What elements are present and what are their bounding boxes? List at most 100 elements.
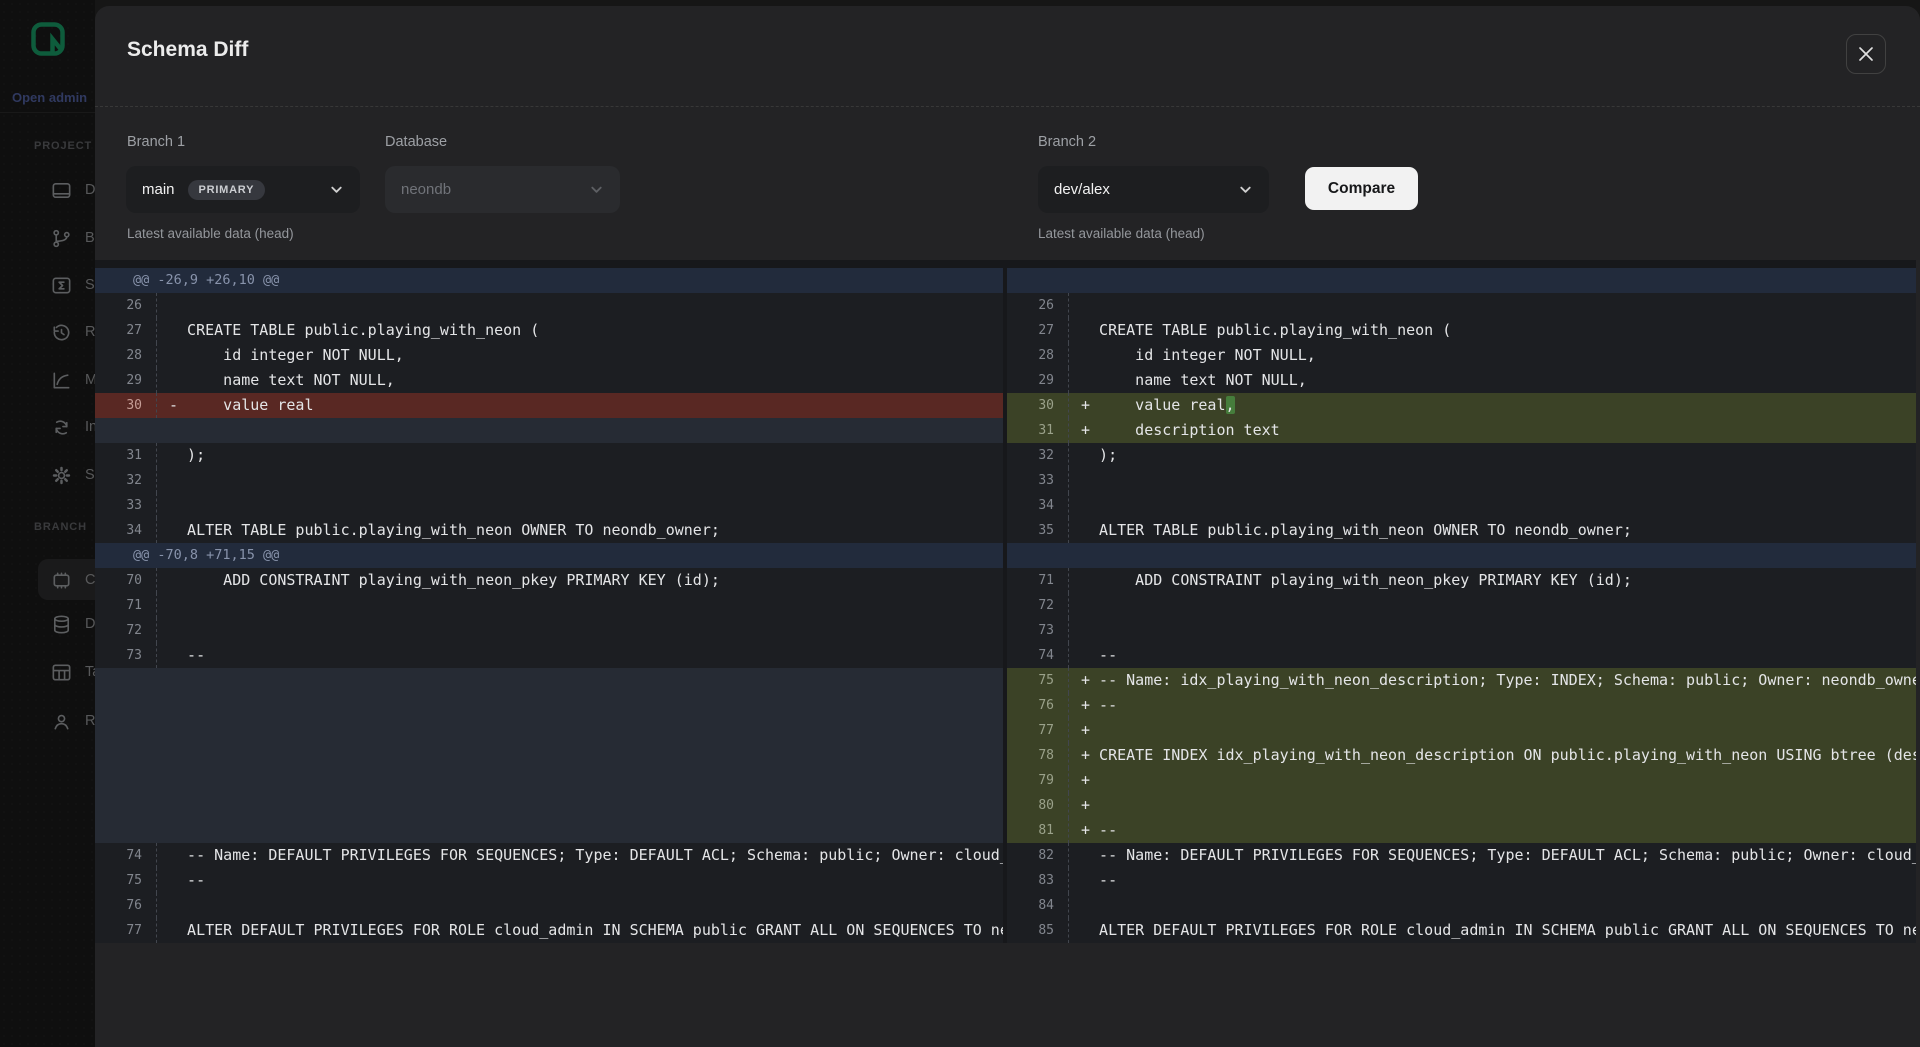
hunk-header: @@ -26,9 +26,10 @@ bbox=[95, 268, 1003, 293]
code-text bbox=[157, 593, 169, 618]
code-text bbox=[157, 293, 169, 318]
line-number: 77 bbox=[95, 918, 157, 943]
hunk-header bbox=[1007, 543, 1916, 568]
sidebar-item-label: SQL Editor bbox=[85, 277, 95, 293]
branch1-select[interactable]: main PRIMARY bbox=[126, 166, 360, 213]
diff-line-branch1: 76 bbox=[95, 893, 1003, 918]
diff-line-branch2: 33 bbox=[1007, 468, 1916, 493]
line-number: 30 bbox=[1007, 393, 1069, 418]
code-text: -- bbox=[157, 643, 205, 668]
code-text: ADD CONSTRAINT playing_with_neon_pkey PR… bbox=[157, 568, 720, 593]
code-text: ADD CONSTRAINT playing_with_neon_pkey PR… bbox=[1069, 568, 1632, 593]
diff-line-branch2: 31+ description text bbox=[1007, 418, 1916, 443]
sidebar-item-roles[interactable]: Roles bbox=[0, 698, 95, 744]
open-admin-link[interactable]: Open admin bbox=[12, 90, 87, 105]
settings-icon bbox=[50, 464, 73, 487]
diff-filler-row bbox=[95, 693, 1003, 718]
line-number: 79 bbox=[1007, 768, 1069, 793]
code-text: ); bbox=[157, 443, 205, 468]
sidebar-item-label: Dashboard bbox=[85, 182, 95, 198]
line-number: 28 bbox=[95, 343, 157, 368]
code-text bbox=[1069, 618, 1081, 643]
database-select[interactable]: neondb bbox=[385, 166, 620, 213]
sidebar-item-branches[interactable]: Branches bbox=[0, 215, 95, 261]
code-text bbox=[157, 893, 169, 918]
diff-line-branch2: 26 bbox=[1007, 293, 1916, 318]
code-text: ALTER TABLE public.playing_with_neon OWN… bbox=[1069, 518, 1632, 543]
sidebar-item-databases[interactable]: Databases bbox=[0, 601, 95, 647]
line-number: 34 bbox=[1007, 493, 1069, 518]
diff-line-branch2: 84 bbox=[1007, 893, 1916, 918]
code-text bbox=[1069, 293, 1081, 318]
branch1-label: Branch 1 bbox=[127, 134, 185, 150]
line-number: 77 bbox=[1007, 718, 1069, 743]
dashboard-icon bbox=[50, 179, 73, 202]
line-number: 71 bbox=[1007, 568, 1069, 593]
diff-line-branch1: 71 bbox=[95, 593, 1003, 618]
diff-filler-row bbox=[95, 768, 1003, 793]
compute-icon bbox=[50, 569, 73, 592]
line-number: 26 bbox=[95, 293, 157, 318]
line-number: 29 bbox=[1007, 368, 1069, 393]
sidebar-item-label: Restore bbox=[85, 324, 95, 340]
line-number: 31 bbox=[95, 443, 157, 468]
diff-line-branch2: 76+ -- bbox=[1007, 693, 1916, 718]
changed-word-highlight: , bbox=[1226, 396, 1235, 414]
line-number: 33 bbox=[1007, 468, 1069, 493]
sidebar-divider bbox=[0, 112, 95, 113]
code-text: id integer NOT NULL, bbox=[157, 343, 404, 368]
sidebar-item-computes[interactable]: Computes bbox=[0, 557, 95, 603]
code-text: -- bbox=[1069, 643, 1117, 668]
line-number: 34 bbox=[95, 518, 157, 543]
code-text: id integer NOT NULL, bbox=[1069, 343, 1316, 368]
code-text: + bbox=[1069, 718, 1090, 743]
table-icon bbox=[50, 661, 73, 684]
hunk-header bbox=[1007, 268, 1916, 293]
sidebar-item-tables[interactable]: Tables bbox=[0, 649, 95, 695]
code-text: name text NOT NULL, bbox=[157, 368, 395, 393]
branch2-select[interactable]: dev/alex bbox=[1038, 166, 1269, 213]
diff-line-branch2: 78+ CREATE INDEX idx_playing_with_neon_d… bbox=[1007, 743, 1916, 768]
branch2-value: dev/alex bbox=[1054, 181, 1110, 198]
line-number: 28 bbox=[1007, 343, 1069, 368]
code-text: ALTER DEFAULT PRIVILEGES FOR ROLE cloud_… bbox=[157, 918, 1003, 943]
sidebar-item-monitoring[interactable]: Monitoring bbox=[0, 357, 95, 403]
code-text bbox=[1069, 593, 1081, 618]
close-button[interactable] bbox=[1846, 34, 1886, 74]
diff-line-branch2: 79+ bbox=[1007, 768, 1916, 793]
diff-line-branch2: 83 -- bbox=[1007, 868, 1916, 893]
diff-line-branch1: 27 CREATE TABLE public.playing_with_neon… bbox=[95, 318, 1003, 343]
code-text: + value real, bbox=[1069, 393, 1235, 418]
modal-title: Schema Diff bbox=[127, 38, 248, 62]
sidebar-item-sql-editor[interactable]: SQL Editor bbox=[0, 262, 95, 308]
sidebar-item-settings[interactable]: Settings bbox=[0, 452, 95, 498]
code-text: CREATE TABLE public.playing_with_neon ( bbox=[157, 318, 539, 343]
line-number: 74 bbox=[1007, 643, 1069, 668]
code-text: -- Name: DEFAULT PRIVILEGES FOR SEQUENCE… bbox=[157, 843, 1003, 868]
diff-line-branch1: 26 bbox=[95, 293, 1003, 318]
line-number: 30 bbox=[95, 393, 157, 418]
line-number: 27 bbox=[1007, 318, 1069, 343]
sidebar-item-integrations[interactable]: Integrations bbox=[0, 404, 95, 450]
code-text: -- bbox=[1069, 868, 1117, 893]
code-text: CREATE TABLE public.playing_with_neon ( bbox=[1069, 318, 1451, 343]
code-text: + bbox=[1069, 793, 1090, 818]
line-number: 85 bbox=[1007, 918, 1069, 943]
diff-filler-row bbox=[95, 418, 1003, 443]
line-number: 35 bbox=[1007, 518, 1069, 543]
close-icon bbox=[1858, 46, 1874, 62]
compare-button[interactable]: Compare bbox=[1305, 167, 1418, 210]
code-text: + -- bbox=[1069, 693, 1117, 718]
line-number: 32 bbox=[95, 468, 157, 493]
line-number: 72 bbox=[1007, 593, 1069, 618]
code-text bbox=[157, 493, 169, 518]
diff-line-branch2: 82 -- Name: DEFAULT PRIVILEGES FOR SEQUE… bbox=[1007, 843, 1916, 868]
diff-line-branch2: 80+ bbox=[1007, 793, 1916, 818]
sidebar-item-restore[interactable]: Restore bbox=[0, 309, 95, 355]
sidebar-item-dashboard[interactable]: Dashboard bbox=[0, 167, 95, 213]
neon-logo[interactable] bbox=[31, 22, 65, 56]
code-text: ALTER DEFAULT PRIVILEGES FOR ROLE cloud_… bbox=[1069, 918, 1916, 943]
diff-line-branch2: 35 ALTER TABLE public.playing_with_neon … bbox=[1007, 518, 1916, 543]
diff-line-branch2: 81+ -- bbox=[1007, 818, 1916, 843]
header-divider bbox=[95, 106, 1920, 107]
